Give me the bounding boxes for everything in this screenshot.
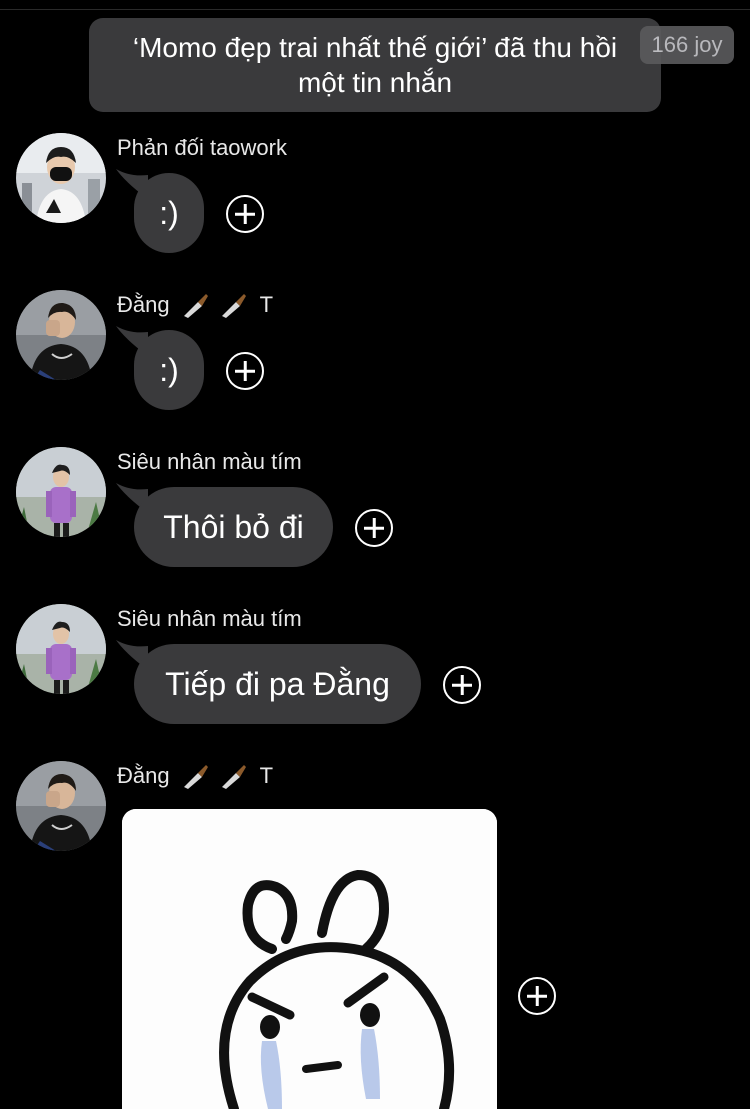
angry-crying-bunny-sticker-icon [122,809,497,1109]
avatar-dang-icon [16,290,106,380]
message-bubble[interactable]: :) [134,330,204,410]
avatar[interactable] [16,447,106,537]
add-reaction-button[interactable] [355,509,393,547]
message-bubble[interactable]: :) [134,173,204,253]
avatar[interactable] [16,133,106,223]
sender-name: Đằng T [117,290,273,320]
avatar[interactable] [16,761,106,851]
knife-icon [221,765,246,789]
knife-icon [221,294,246,318]
sender-name-suffix: T [259,763,274,788]
sender-name: Siêu nhân màu tím [117,449,302,474]
knife-icon [183,765,208,789]
knife-icon [183,294,208,318]
avatar-masked-boy-icon [16,133,106,223]
avatar-purple-hoodie-icon [16,604,106,694]
sender-name-text: Đằng [117,763,170,788]
add-reaction-button[interactable] [443,666,481,704]
add-reaction-button[interactable] [226,352,264,390]
avatar-purple-hoodie-icon [16,447,106,537]
sticker-image[interactable] [122,809,497,1109]
notice-line-1: ‘Momo đẹp trai nhất thế giới’ đã thu hồi [132,32,618,63]
sender-name-text: Đằng [117,292,170,317]
notice-line-2: một tin nhắn [297,67,453,98]
add-reaction-button[interactable] [226,195,264,233]
sender-name: Siêu nhân màu tím [117,606,302,631]
avatar[interactable] [16,290,106,380]
sender-name: Phản đối taowork [117,135,287,160]
avatar-dang-icon [16,761,106,851]
avatar[interactable] [16,604,106,694]
message-bubble[interactable]: Thôi bỏ đi [134,487,333,567]
sender-name: Đằng T [117,761,273,791]
message-bubble[interactable]: Tiếp đi pa Đằng [134,644,421,724]
add-reaction-button[interactable] [518,977,556,1015]
unsent-message-notice: ‘Momo đẹp trai nhất thế giới’ đã thu hồi… [89,18,661,112]
sender-name-suffix: T [259,292,274,317]
counter-badge: 166 joy [640,26,734,64]
top-divider [0,9,750,10]
